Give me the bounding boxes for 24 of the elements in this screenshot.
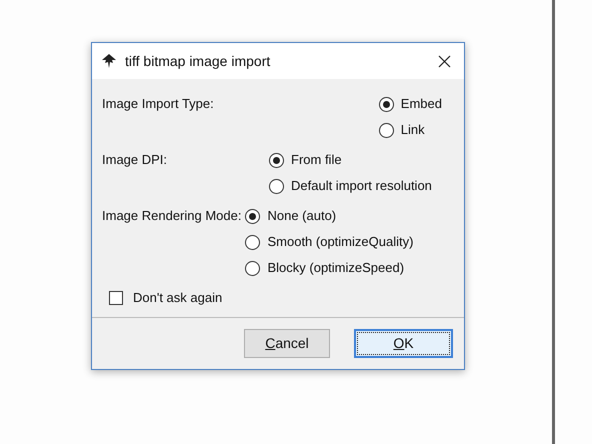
dialog-button[interactable]: OK: [354, 329, 453, 358]
radio-button[interactable]: [245, 234, 260, 250]
radio-label: From file: [291, 151, 342, 170]
checkbox-label: Don't ask again: [133, 289, 222, 308]
checkbox[interactable]: [109, 291, 123, 305]
radio-button[interactable]: [269, 152, 284, 168]
window-title: tiff bitmap image import: [125, 52, 270, 71]
radio-button[interactable]: [245, 260, 260, 276]
radio-label: Embed: [400, 95, 442, 114]
radio-label: Blocky (optimizeSpeed): [267, 259, 404, 278]
group-label: Image Import Type:: [102, 95, 214, 113]
dialog-button[interactable]: Cancel: [244, 329, 330, 358]
radio-label: Smooth (optimizeQuality): [267, 233, 414, 252]
radio-label: None (auto): [267, 207, 336, 226]
radio-label: Default import resolution: [291, 177, 432, 196]
radio-label: Link: [400, 121, 425, 140]
app-logo-icon: [101, 53, 117, 69]
close-icon[interactable]: [438, 54, 451, 68]
group-label: Image Rendering Mode:: [102, 207, 242, 225]
group-label: Image DPI:: [102, 152, 168, 167]
radio-button[interactable]: [378, 122, 394, 138]
radio-button[interactable]: [378, 96, 394, 112]
radio-button[interactable]: [269, 178, 284, 194]
radio-button[interactable]: [245, 208, 260, 224]
